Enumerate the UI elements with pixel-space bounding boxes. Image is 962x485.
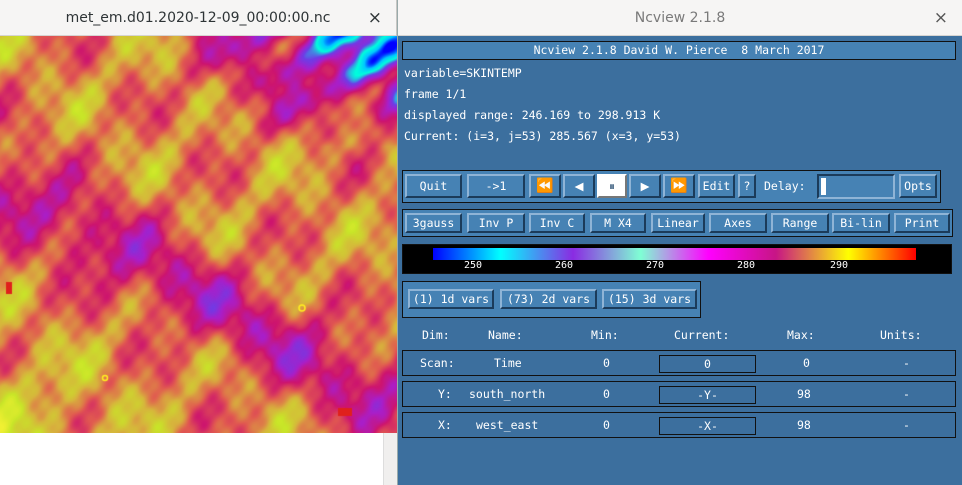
dim-units: - [903,418,910,432]
dim-units: - [903,356,910,370]
delay-label: Delay: [764,179,806,193]
dim-max: 98 [797,387,811,401]
option-inv-c-button[interactable]: Inv C [529,213,585,233]
data-field-image[interactable] [0,36,397,433]
image-window-close-icon[interactable]: × [368,8,382,28]
units-header: Units: [880,328,922,342]
image-window-title: met_em.d01.2020-12-09_00:00:00.nc [65,9,331,26]
colorbar-tick: 280 [737,260,756,271]
colorbar-tick: 260 [555,260,574,271]
ncview-titlebar: Ncview 2.1.8 × [398,0,962,36]
variable-groups-bar: (1) 1d vars (73) 2d vars (15) 3d vars [402,281,701,318]
fast-forward-icon[interactable]: ⏩ [663,174,695,198]
dim-max: 98 [797,418,811,432]
vars-2d-button[interactable]: (73) 2d vars [500,289,597,309]
range-label: displayed range: 246.169 to 298.913 K [404,108,661,122]
step-back-icon[interactable]: ◀ [563,174,595,198]
dim-units: - [903,387,910,401]
version-banner: Ncview 2.1.8 David W. Pierce 8 March 201… [402,41,956,60]
current-value-label: Current: (i=3, j=53) 285.567 (x=3, y=53) [404,129,681,143]
rewind-icon[interactable]: ⏪ [529,174,561,198]
min-header: Min: [591,328,619,342]
dim-label: Y: [438,387,452,401]
image-window-titlebar: met_em.d01.2020-12-09_00:00:00.nc × [0,0,396,36]
dim-row-x: X: west_east 0 -X- 98 - [402,412,956,438]
dim-min: 0 [603,387,610,401]
vars-1d-button[interactable]: (1) 1d vars [408,289,494,309]
option-magnify-button[interactable]: M X4 [590,213,646,233]
option-3gauss-button[interactable]: 3gauss [405,213,462,233]
colorbar-tick: 290 [830,260,849,271]
image-window: met_em.d01.2020-12-09_00:00:00.nc × [0,0,397,433]
colorbar-gradient [433,248,916,260]
help-button[interactable]: ? [738,174,756,198]
background-window [0,433,397,485]
variable-label: variable=SKINTEMP [404,66,522,80]
dim-row-scan: Scan: Time 0 0 0 - [402,350,956,376]
current-header: Current: [674,328,730,342]
colorbar[interactable] [402,244,952,274]
dim-label: Scan: [420,356,455,370]
dim-min: 0 [603,356,610,370]
option-bilinear-button[interactable]: Bi-lin [832,213,890,233]
colorbar-tick: 270 [646,260,665,271]
option-linear-button[interactable]: Linear [651,213,705,233]
first-frame-button[interactable]: ->1 [467,174,525,198]
option-print-button[interactable]: Print [894,213,950,233]
option-range-button[interactable]: Range [771,213,829,233]
background-scrollbar [383,433,397,485]
vars-3d-button[interactable]: (15) 3d vars [602,289,697,309]
colorbar-tick: 250 [464,260,483,271]
frame-label: frame 1/1 [404,87,467,101]
option-axes-button[interactable]: Axes [709,213,767,233]
max-header: Max: [787,328,815,342]
dim-min: 0 [603,418,610,432]
dim-row-y: Y: south_north 0 -Y- 98 - [402,381,956,407]
ncview-close-icon[interactable]: × [934,8,948,28]
dim-label: X: [438,418,452,432]
dim-header: Dim: [422,328,450,342]
dim-name[interactable]: west_east [476,418,538,432]
delay-slider[interactable] [817,174,895,199]
dim-current-field[interactable]: -Y- [659,386,756,404]
dim-name[interactable]: south_north [469,387,545,401]
dim-max: 0 [803,356,810,370]
delay-slider-knob[interactable] [821,178,826,195]
options-bar: 3gauss Inv P Inv C M X4 Linear Axes Rang… [402,209,953,237]
dim-name[interactable]: Time [494,356,522,370]
step-forward-icon[interactable]: ▶ [629,174,661,198]
control-bar: Quit ->1 ⏪ ◀ ⏸ ▶ ⏩ Edit ? Delay: Opts [402,170,941,203]
name-header: Name: [488,328,523,342]
ncview-window: Ncview 2.1.8 × Ncview 2.1.8 David W. Pie… [397,0,962,485]
opts-button[interactable]: Opts [899,174,937,198]
ncview-title: Ncview 2.1.8 [634,9,726,26]
edit-button[interactable]: Edit [698,174,735,198]
dim-current-field[interactable]: -X- [659,417,756,435]
option-inv-p-button[interactable]: Inv P [467,213,525,233]
dim-current-field[interactable]: 0 [659,355,756,373]
quit-button[interactable]: Quit [405,174,462,198]
pause-icon[interactable]: ⏸ [597,174,627,198]
